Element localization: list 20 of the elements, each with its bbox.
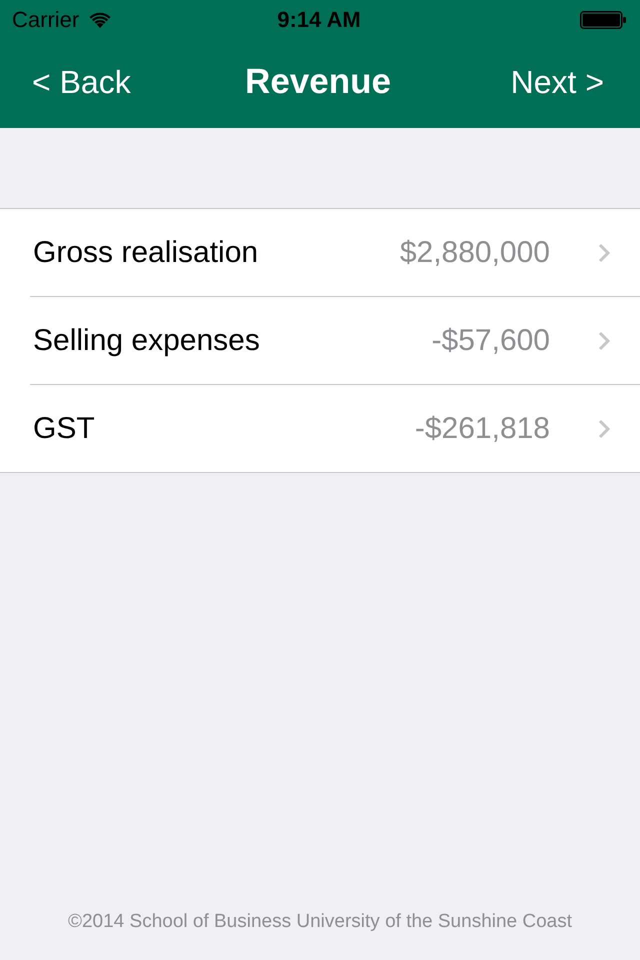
row-label: GST <box>33 412 95 446</box>
chevron-icon <box>598 330 610 350</box>
chevron-icon <box>598 242 610 262</box>
row-value: $2,880,000 <box>400 236 550 270</box>
row-label: Gross realisation <box>33 236 258 270</box>
battery-icon <box>580 11 626 29</box>
chevron-icon <box>598 418 610 438</box>
carrier-name: Carrier <box>12 7 80 33</box>
copyright-text: ©2014 School of Business University of the Sunshine Coast <box>68 911 572 933</box>
back-button[interactable]: < Back <box>32 64 131 100</box>
next-button[interactable]: Next > <box>510 64 604 100</box>
screen-title: Revenue <box>245 62 391 102</box>
list-row[interactable]: Gross realisation $2,880,000 <box>0 209 640 297</box>
list-row[interactable]: GST -$261,818 <box>0 385 640 472</box>
list-row[interactable]: Selling expenses -$57,600 <box>0 297 640 385</box>
row-value: -$57,600 <box>432 324 550 358</box>
wifi-icon <box>89 12 112 28</box>
status-time: 9:14 AM <box>277 7 361 33</box>
row-value: -$261,818 <box>414 412 550 446</box>
row-label: Selling expenses <box>33 324 260 358</box>
